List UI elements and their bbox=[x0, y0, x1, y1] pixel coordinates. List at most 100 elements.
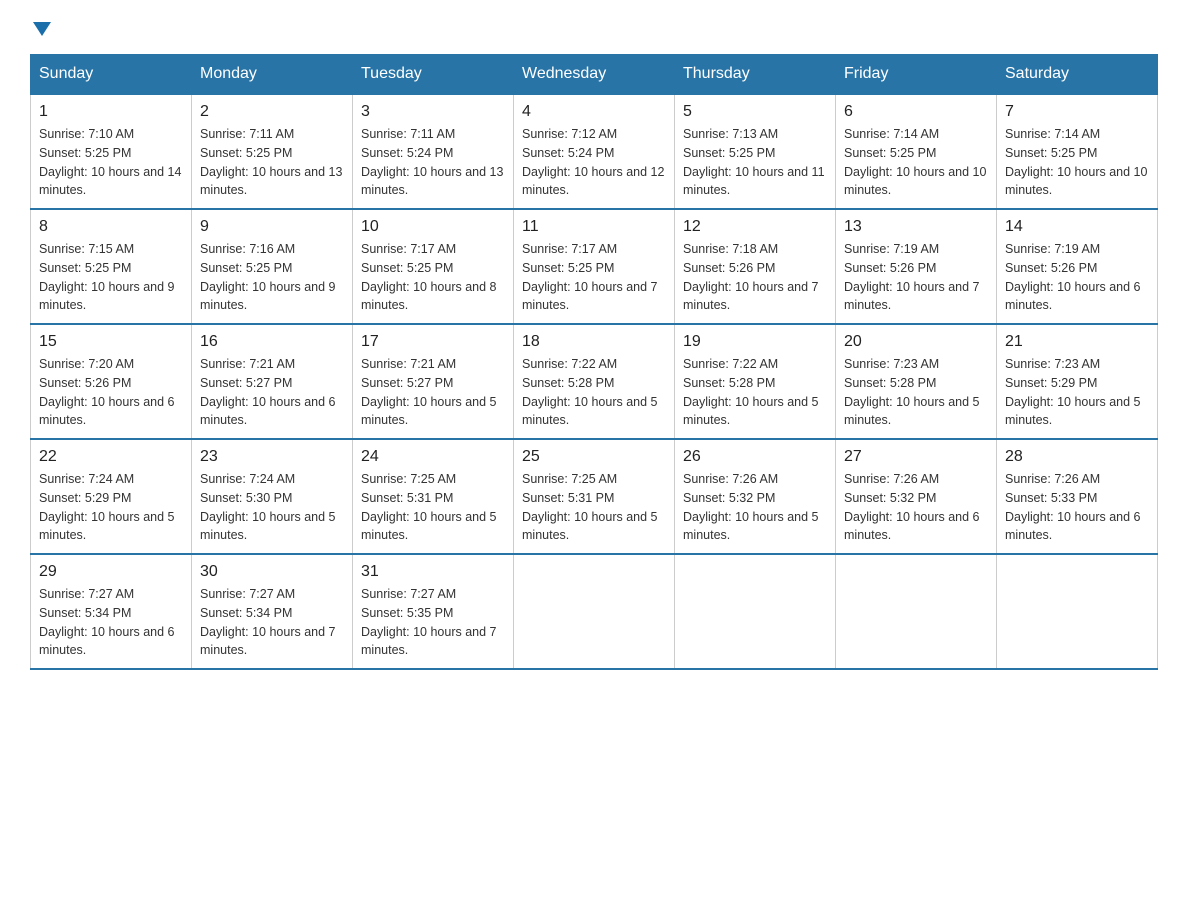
day-info: Sunrise: 7:15 AM Sunset: 5:25 PM Dayligh… bbox=[39, 240, 183, 315]
day-number: 19 bbox=[683, 333, 827, 351]
day-info: Sunrise: 7:12 AM Sunset: 5:24 PM Dayligh… bbox=[522, 125, 666, 200]
calendar-cell: 11 Sunrise: 7:17 AM Sunset: 5:25 PM Dayl… bbox=[514, 209, 675, 324]
calendar-cell: 9 Sunrise: 7:16 AM Sunset: 5:25 PM Dayli… bbox=[192, 209, 353, 324]
day-info: Sunrise: 7:10 AM Sunset: 5:25 PM Dayligh… bbox=[39, 125, 183, 200]
calendar-header-tuesday: Tuesday bbox=[353, 55, 514, 95]
calendar-cell: 14 Sunrise: 7:19 AM Sunset: 5:26 PM Dayl… bbox=[997, 209, 1158, 324]
day-number: 10 bbox=[361, 218, 505, 236]
day-info: Sunrise: 7:19 AM Sunset: 5:26 PM Dayligh… bbox=[1005, 240, 1149, 315]
calendar-week-1: 1 Sunrise: 7:10 AM Sunset: 5:25 PM Dayli… bbox=[31, 94, 1158, 209]
calendar-cell: 24 Sunrise: 7:25 AM Sunset: 5:31 PM Dayl… bbox=[353, 439, 514, 554]
day-info: Sunrise: 7:17 AM Sunset: 5:25 PM Dayligh… bbox=[361, 240, 505, 315]
day-info: Sunrise: 7:20 AM Sunset: 5:26 PM Dayligh… bbox=[39, 355, 183, 430]
day-number: 16 bbox=[200, 333, 344, 351]
calendar-cell: 12 Sunrise: 7:18 AM Sunset: 5:26 PM Dayl… bbox=[675, 209, 836, 324]
calendar-header-friday: Friday bbox=[836, 55, 997, 95]
calendar-cell: 31 Sunrise: 7:27 AM Sunset: 5:35 PM Dayl… bbox=[353, 554, 514, 669]
calendar-cell: 13 Sunrise: 7:19 AM Sunset: 5:26 PM Dayl… bbox=[836, 209, 997, 324]
calendar-cell: 29 Sunrise: 7:27 AM Sunset: 5:34 PM Dayl… bbox=[31, 554, 192, 669]
calendar-cell: 28 Sunrise: 7:26 AM Sunset: 5:33 PM Dayl… bbox=[997, 439, 1158, 554]
day-info: Sunrise: 7:23 AM Sunset: 5:29 PM Dayligh… bbox=[1005, 355, 1149, 430]
day-info: Sunrise: 7:17 AM Sunset: 5:25 PM Dayligh… bbox=[522, 240, 666, 315]
calendar-header-wednesday: Wednesday bbox=[514, 55, 675, 95]
calendar-header-row: SundayMondayTuesdayWednesdayThursdayFrid… bbox=[31, 55, 1158, 95]
day-info: Sunrise: 7:27 AM Sunset: 5:34 PM Dayligh… bbox=[39, 585, 183, 660]
day-info: Sunrise: 7:23 AM Sunset: 5:28 PM Dayligh… bbox=[844, 355, 988, 430]
calendar-table: SundayMondayTuesdayWednesdayThursdayFrid… bbox=[30, 54, 1158, 670]
day-info: Sunrise: 7:21 AM Sunset: 5:27 PM Dayligh… bbox=[361, 355, 505, 430]
calendar-cell: 5 Sunrise: 7:13 AM Sunset: 5:25 PM Dayli… bbox=[675, 94, 836, 209]
day-number: 14 bbox=[1005, 218, 1149, 236]
day-number: 23 bbox=[200, 448, 344, 466]
calendar-cell: 15 Sunrise: 7:20 AM Sunset: 5:26 PM Dayl… bbox=[31, 324, 192, 439]
day-number: 4 bbox=[522, 103, 666, 121]
calendar-cell bbox=[997, 554, 1158, 669]
day-number: 31 bbox=[361, 563, 505, 581]
calendar-cell: 27 Sunrise: 7:26 AM Sunset: 5:32 PM Dayl… bbox=[836, 439, 997, 554]
day-number: 12 bbox=[683, 218, 827, 236]
calendar-week-2: 8 Sunrise: 7:15 AM Sunset: 5:25 PM Dayli… bbox=[31, 209, 1158, 324]
calendar-week-3: 15 Sunrise: 7:20 AM Sunset: 5:26 PM Dayl… bbox=[31, 324, 1158, 439]
calendar-cell: 25 Sunrise: 7:25 AM Sunset: 5:31 PM Dayl… bbox=[514, 439, 675, 554]
day-info: Sunrise: 7:24 AM Sunset: 5:30 PM Dayligh… bbox=[200, 470, 344, 545]
day-number: 24 bbox=[361, 448, 505, 466]
day-number: 26 bbox=[683, 448, 827, 466]
day-number: 25 bbox=[522, 448, 666, 466]
day-info: Sunrise: 7:25 AM Sunset: 5:31 PM Dayligh… bbox=[522, 470, 666, 545]
calendar-cell: 6 Sunrise: 7:14 AM Sunset: 5:25 PM Dayli… bbox=[836, 94, 997, 209]
day-number: 28 bbox=[1005, 448, 1149, 466]
calendar-cell: 3 Sunrise: 7:11 AM Sunset: 5:24 PM Dayli… bbox=[353, 94, 514, 209]
calendar-cell: 7 Sunrise: 7:14 AM Sunset: 5:25 PM Dayli… bbox=[997, 94, 1158, 209]
calendar-week-4: 22 Sunrise: 7:24 AM Sunset: 5:29 PM Dayl… bbox=[31, 439, 1158, 554]
day-number: 9 bbox=[200, 218, 344, 236]
day-number: 22 bbox=[39, 448, 183, 466]
day-number: 17 bbox=[361, 333, 505, 351]
day-info: Sunrise: 7:26 AM Sunset: 5:32 PM Dayligh… bbox=[683, 470, 827, 545]
day-number: 27 bbox=[844, 448, 988, 466]
day-info: Sunrise: 7:21 AM Sunset: 5:27 PM Dayligh… bbox=[200, 355, 344, 430]
calendar-header-saturday: Saturday bbox=[997, 55, 1158, 95]
day-number: 30 bbox=[200, 563, 344, 581]
day-info: Sunrise: 7:11 AM Sunset: 5:25 PM Dayligh… bbox=[200, 125, 344, 200]
calendar-cell: 30 Sunrise: 7:27 AM Sunset: 5:34 PM Dayl… bbox=[192, 554, 353, 669]
calendar-cell: 10 Sunrise: 7:17 AM Sunset: 5:25 PM Dayl… bbox=[353, 209, 514, 324]
calendar-cell: 4 Sunrise: 7:12 AM Sunset: 5:24 PM Dayli… bbox=[514, 94, 675, 209]
day-info: Sunrise: 7:26 AM Sunset: 5:33 PM Dayligh… bbox=[1005, 470, 1149, 545]
day-info: Sunrise: 7:22 AM Sunset: 5:28 PM Dayligh… bbox=[522, 355, 666, 430]
day-number: 2 bbox=[200, 103, 344, 121]
calendar-cell: 8 Sunrise: 7:15 AM Sunset: 5:25 PM Dayli… bbox=[31, 209, 192, 324]
calendar-cell: 17 Sunrise: 7:21 AM Sunset: 5:27 PM Dayl… bbox=[353, 324, 514, 439]
day-number: 18 bbox=[522, 333, 666, 351]
day-number: 3 bbox=[361, 103, 505, 121]
day-info: Sunrise: 7:24 AM Sunset: 5:29 PM Dayligh… bbox=[39, 470, 183, 545]
day-info: Sunrise: 7:16 AM Sunset: 5:25 PM Dayligh… bbox=[200, 240, 344, 315]
calendar-cell: 18 Sunrise: 7:22 AM Sunset: 5:28 PM Dayl… bbox=[514, 324, 675, 439]
calendar-cell: 23 Sunrise: 7:24 AM Sunset: 5:30 PM Dayl… bbox=[192, 439, 353, 554]
calendar-cell: 26 Sunrise: 7:26 AM Sunset: 5:32 PM Dayl… bbox=[675, 439, 836, 554]
day-info: Sunrise: 7:25 AM Sunset: 5:31 PM Dayligh… bbox=[361, 470, 505, 545]
calendar-cell: 22 Sunrise: 7:24 AM Sunset: 5:29 PM Dayl… bbox=[31, 439, 192, 554]
day-number: 1 bbox=[39, 103, 183, 121]
day-number: 6 bbox=[844, 103, 988, 121]
page-header bbox=[30, 20, 1158, 34]
calendar-week-5: 29 Sunrise: 7:27 AM Sunset: 5:34 PM Dayl… bbox=[31, 554, 1158, 669]
day-info: Sunrise: 7:14 AM Sunset: 5:25 PM Dayligh… bbox=[844, 125, 988, 200]
day-number: 20 bbox=[844, 333, 988, 351]
calendar-cell: 21 Sunrise: 7:23 AM Sunset: 5:29 PM Dayl… bbox=[997, 324, 1158, 439]
calendar-header-thursday: Thursday bbox=[675, 55, 836, 95]
calendar-cell: 2 Sunrise: 7:11 AM Sunset: 5:25 PM Dayli… bbox=[192, 94, 353, 209]
logo-triangle-icon bbox=[33, 22, 51, 36]
day-info: Sunrise: 7:27 AM Sunset: 5:34 PM Dayligh… bbox=[200, 585, 344, 660]
calendar-cell: 20 Sunrise: 7:23 AM Sunset: 5:28 PM Dayl… bbox=[836, 324, 997, 439]
day-info: Sunrise: 7:14 AM Sunset: 5:25 PM Dayligh… bbox=[1005, 125, 1149, 200]
day-info: Sunrise: 7:26 AM Sunset: 5:32 PM Dayligh… bbox=[844, 470, 988, 545]
logo bbox=[30, 20, 51, 34]
day-number: 15 bbox=[39, 333, 183, 351]
calendar-cell bbox=[675, 554, 836, 669]
calendar-header-monday: Monday bbox=[192, 55, 353, 95]
day-number: 8 bbox=[39, 218, 183, 236]
calendar-cell bbox=[514, 554, 675, 669]
day-info: Sunrise: 7:18 AM Sunset: 5:26 PM Dayligh… bbox=[683, 240, 827, 315]
day-number: 7 bbox=[1005, 103, 1149, 121]
calendar-cell: 1 Sunrise: 7:10 AM Sunset: 5:25 PM Dayli… bbox=[31, 94, 192, 209]
